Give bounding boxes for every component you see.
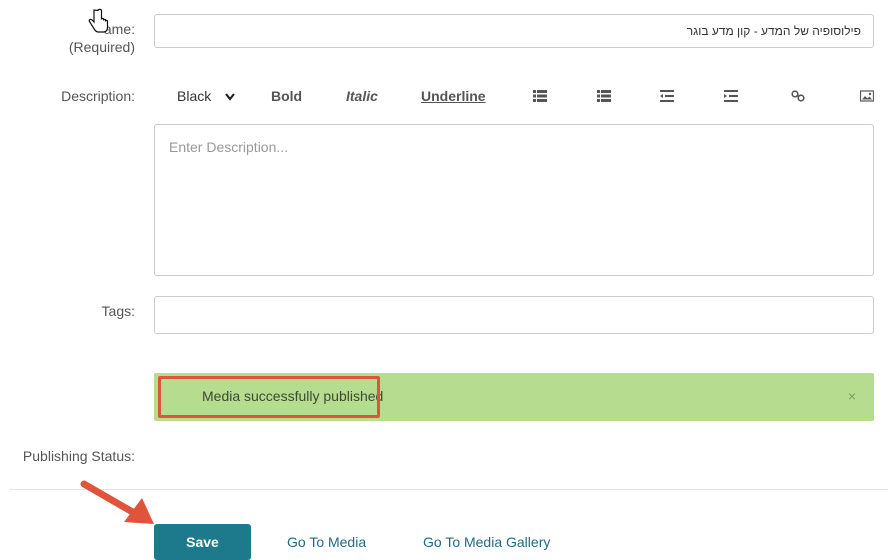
underline-button[interactable]: Underline xyxy=(421,84,486,108)
color-dropdown-label: Black xyxy=(177,88,212,104)
tags-label: Tags: xyxy=(101,303,135,319)
editor-toolbar: Black Bold Italic Underline xyxy=(0,84,888,108)
image-icon[interactable] xyxy=(860,90,874,102)
publishing-status-label: Publishing Status: xyxy=(22,448,135,464)
bullet-list-icon[interactable] xyxy=(533,90,547,102)
color-dropdown[interactable]: Black xyxy=(177,84,235,108)
go-to-media-gallery-link[interactable]: Go To Media Gallery xyxy=(423,534,550,550)
tags-input[interactable] xyxy=(154,296,874,334)
bold-button[interactable]: Bold xyxy=(271,84,302,108)
close-icon[interactable]: × xyxy=(848,388,856,404)
name-input[interactable]: פילוסופיה של המדע - קון מדע בוגר xyxy=(154,14,874,48)
chevron-down-icon xyxy=(225,93,235,102)
annotation-arrow-icon xyxy=(80,480,154,524)
link-icon[interactable] xyxy=(791,90,805,102)
hand-cursor-icon xyxy=(88,8,109,33)
required-label: (Required) xyxy=(68,39,135,55)
italic-button[interactable]: Italic xyxy=(346,84,378,108)
annotation-highlight-box xyxy=(158,376,380,418)
numbered-list-icon[interactable] xyxy=(597,90,611,102)
description-textarea[interactable]: Enter Description... xyxy=(154,124,874,276)
indent-icon[interactable] xyxy=(724,90,738,102)
go-to-media-link[interactable]: Go To Media xyxy=(287,534,366,550)
outdent-icon[interactable] xyxy=(660,90,674,102)
